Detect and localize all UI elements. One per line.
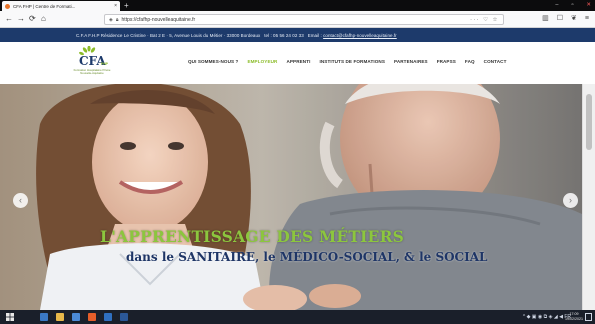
menu-item-instituts[interactable]: INSTITUTS DE FORMATIONS [319,59,385,64]
system-tray[interactable]: ^ ◆ ▣ ◉ ⧉ ◈ ◢ ◀ FR [523,314,571,320]
shield-icon: ◈ [109,16,113,23]
taskbar-app-icon[interactable] [104,313,112,321]
sidebar-icon[interactable]: ☐ [557,14,563,24]
home-icon[interactable]: ⌂ [41,14,46,24]
browser-tab-strip: CFA FHP | Centre de Formati... × + – ▫ ✕ [0,0,595,11]
menu-item-employeur[interactable]: EMPLOYEUR [247,59,277,64]
menu-item-partenaires[interactable]: PARTENAIRES [394,59,428,64]
hero-slider: L'APPRENTISSAGE DES MÉTIERS dans le SANI… [0,84,582,310]
scrollbar-thumb[interactable] [586,94,592,150]
close-window-button[interactable]: ✕ [586,0,591,11]
site-header: CFA FHP Formation Hospitalière Privée No… [0,42,595,84]
address-text: C.F.A F.H.P Résidence Le Cristine · Bat … [76,32,261,38]
clock-date: 19/02/2021 [565,317,583,321]
tab-close-icon[interactable]: × [114,3,117,9]
email-label: Email : [307,32,322,38]
taskbar-store-icon[interactable] [72,313,80,321]
slider-next-button[interactable]: › [563,193,578,208]
logo-mark-icon: CFA FHP [79,46,109,68]
reload-icon[interactable]: ⟳ [29,14,36,24]
window-controls: – ▫ ✕ [555,0,591,11]
lock-icon: 🔒︎ [115,16,119,23]
contact-info: C.F.A F.H.P Résidence Le Cristine · Bat … [76,33,397,38]
extension-icon[interactable]: ❦ [571,14,577,24]
library-icon[interactable]: ▥ [542,14,549,24]
taskbar-explorer-icon[interactable] [56,313,64,321]
email-link[interactable]: contact@cfafhp-nouvelleaquitaine.fr [323,33,397,38]
taskbar-word-icon[interactable] [120,313,128,321]
toolbar-right-icons: ▥ ☐ ❦ ≡ [542,14,589,24]
address-bar[interactable]: ◈ 🔒︎ https://cfafhp-nouvelleaquitaine.fr… [104,14,504,25]
favicon-icon [5,3,10,9]
page-scrollbar[interactable] [582,84,595,310]
minimize-button[interactable]: – [555,0,558,11]
hero-subtitle: dans le SANITAIRE, le MÉDICO-SOCIAL, & l… [126,250,488,264]
windows-start-icon[interactable] [6,313,14,321]
taskbar-clock[interactable]: 17:09 19/02/2021 [565,312,583,322]
taskbar-firefox-icon[interactable] [88,313,96,321]
menu-item-frapss[interactable]: FRAPSS [437,59,456,64]
forward-icon[interactable]: → [17,14,25,24]
browser-tab[interactable]: CFA FHP | Centre de Formati... × [2,1,120,11]
site-topbar: C.F.A F.H.P Résidence Le Cristine · Bat … [0,28,595,42]
taskbar-edge-icon[interactable] [40,313,48,321]
slider-prev-button[interactable]: ‹ [13,193,28,208]
new-tab-button[interactable]: + [124,0,129,11]
menu-item-qui-sommes-nous[interactable]: QUI SOMMES-NOUS ? [188,59,238,64]
logo-suffix: FHP [101,62,109,66]
browser-toolbar: ← → ⟳ ⌂ ◈ 🔒︎ https://cfafhp-nouvelleaqui… [0,11,595,28]
hero-title: L'APPRENTISSAGE DES MÉTIERS [100,227,405,246]
menu-item-contact[interactable]: CONTACT [484,59,507,64]
menu-item-faq[interactable]: FAQ [465,59,475,64]
site-logo[interactable]: CFA FHP Formation Hospitalière Privée No… [72,46,112,80]
maximize-button[interactable]: ▫ [571,0,573,11]
menu-item-apprenti[interactable]: APPRENTI [286,59,310,64]
logo-subtitle: Formation Hospitalière Privée Nouvelle-A… [73,68,111,76]
phone-text[interactable]: tel : 05 56 24 02 33 [264,33,304,38]
back-icon[interactable]: ← [5,14,13,24]
url-actions[interactable]: ··· ♡ ☆ [470,17,499,23]
hero-photo [0,84,582,310]
screen: CFA FHP | Centre de Formati... × + – ▫ ✕… [0,0,595,324]
tab-title: CFA FHP | Centre de Formati... [13,3,76,9]
url-text[interactable]: https://cfafhp-nouvelleaquitaine.fr [122,17,471,23]
os-taskbar: ^ ◆ ▣ ◉ ⧉ ◈ ◢ ◀ FR 17:09 19/02/2021 [0,310,595,324]
menu-icon[interactable]: ≡ [585,14,589,24]
main-menu: QUI SOMMES-NOUS ? EMPLOYEUR APPRENTI INS… [188,59,507,64]
notification-icon[interactable] [585,313,592,321]
